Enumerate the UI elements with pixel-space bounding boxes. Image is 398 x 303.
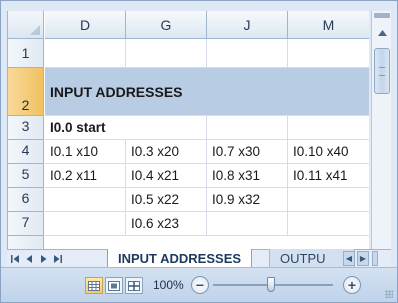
- zoom-in-button[interactable]: +: [343, 276, 361, 294]
- sheet-tab-bar: INPUT ADDRESSES OUTPU ◀ ▶: [7, 249, 391, 268]
- page-break-view-icon[interactable]: [125, 277, 143, 294]
- cell-d7[interactable]: [45, 212, 126, 236]
- excel-window: D G J M 1 2 3 4 5 6 7 INPUT ADDRESSES I0…: [0, 0, 398, 303]
- cell-j4[interactable]: I0.7 x30: [207, 140, 288, 164]
- column-header-j[interactable]: J: [207, 11, 288, 39]
- scroll-up-icon[interactable]: [372, 25, 392, 41]
- cell-d5[interactable]: I0.2 x11: [45, 164, 126, 188]
- zoom-level[interactable]: 100%: [153, 278, 184, 292]
- cell-m5[interactable]: I0.11 x41: [288, 164, 369, 188]
- column-header-d[interactable]: D: [45, 11, 126, 39]
- row-header-8-partial[interactable]: [8, 236, 44, 249]
- cell-m7[interactable]: [288, 212, 369, 236]
- row-header-5[interactable]: 5: [8, 164, 44, 188]
- vertical-scrollbar[interactable]: [371, 11, 391, 249]
- cell-j5[interactable]: I0.8 x31: [207, 164, 288, 188]
- tab-scroll-left-icon[interactable]: ◀: [343, 251, 355, 266]
- column-header-g[interactable]: G: [126, 11, 207, 39]
- spreadsheet-grid: D G J M 1 2 3 4 5 6 7 INPUT ADDRESSES I0…: [7, 11, 369, 249]
- cell-m1[interactable]: [288, 39, 369, 68]
- cell-g1[interactable]: [126, 39, 207, 68]
- cell-j1[interactable]: [207, 39, 288, 68]
- row-header-7[interactable]: 7: [8, 212, 44, 236]
- prev-sheet-icon[interactable]: [23, 250, 36, 267]
- cell-g7[interactable]: I0.6 x23: [126, 212, 207, 236]
- tab-split-handle[interactable]: [372, 251, 378, 266]
- status-bar: 100% − +: [1, 267, 397, 302]
- page-layout-view-icon[interactable]: [105, 277, 123, 294]
- row-header-2[interactable]: 2: [8, 68, 44, 116]
- cell-d3[interactable]: I0.0 start: [45, 116, 126, 140]
- cell-d6[interactable]: [45, 188, 126, 212]
- sheet-tab-input-addresses[interactable]: INPUT ADDRESSES: [107, 249, 253, 268]
- select-all-corner[interactable]: [8, 11, 44, 39]
- vertical-scroll-thumb[interactable]: [374, 48, 390, 94]
- row-header-1[interactable]: 1: [8, 39, 44, 68]
- cell-j6[interactable]: I0.9 x32: [207, 188, 288, 212]
- input-addresses-banner[interactable]: INPUT ADDRESSES: [45, 68, 369, 116]
- split-handle[interactable]: [374, 13, 390, 18]
- row-header-4[interactable]: 4: [8, 140, 44, 164]
- tab-scroll-right-icon[interactable]: ▶: [357, 251, 369, 266]
- cell-m3[interactable]: [288, 116, 369, 140]
- zoom-slider-thumb[interactable]: [267, 277, 275, 292]
- cell-d4[interactable]: I0.1 x10: [45, 140, 126, 164]
- cell-g4[interactable]: I0.3 x20: [126, 140, 207, 164]
- row-header-6[interactable]: 6: [8, 188, 44, 212]
- last-sheet-icon[interactable]: [51, 250, 64, 267]
- resize-grip-icon[interactable]: [385, 290, 393, 298]
- first-sheet-icon[interactable]: [9, 250, 22, 267]
- cell-g3[interactable]: [126, 116, 207, 140]
- cell-g6[interactable]: I0.5 x22: [126, 188, 207, 212]
- cell-m4[interactable]: I0.10 x40: [288, 140, 369, 164]
- cell-g5[interactable]: I0.4 x21: [126, 164, 207, 188]
- cell-j7[interactable]: [207, 212, 288, 236]
- column-header-m[interactable]: M: [288, 11, 369, 39]
- cell-m6[interactable]: [288, 188, 369, 212]
- zoom-out-button[interactable]: −: [191, 276, 209, 294]
- cell-d1[interactable]: [45, 39, 126, 68]
- next-sheet-icon[interactable]: [37, 250, 50, 267]
- row-header-3[interactable]: 3: [8, 116, 44, 140]
- cell-j3[interactable]: [207, 116, 288, 140]
- normal-view-icon[interactable]: [85, 277, 103, 294]
